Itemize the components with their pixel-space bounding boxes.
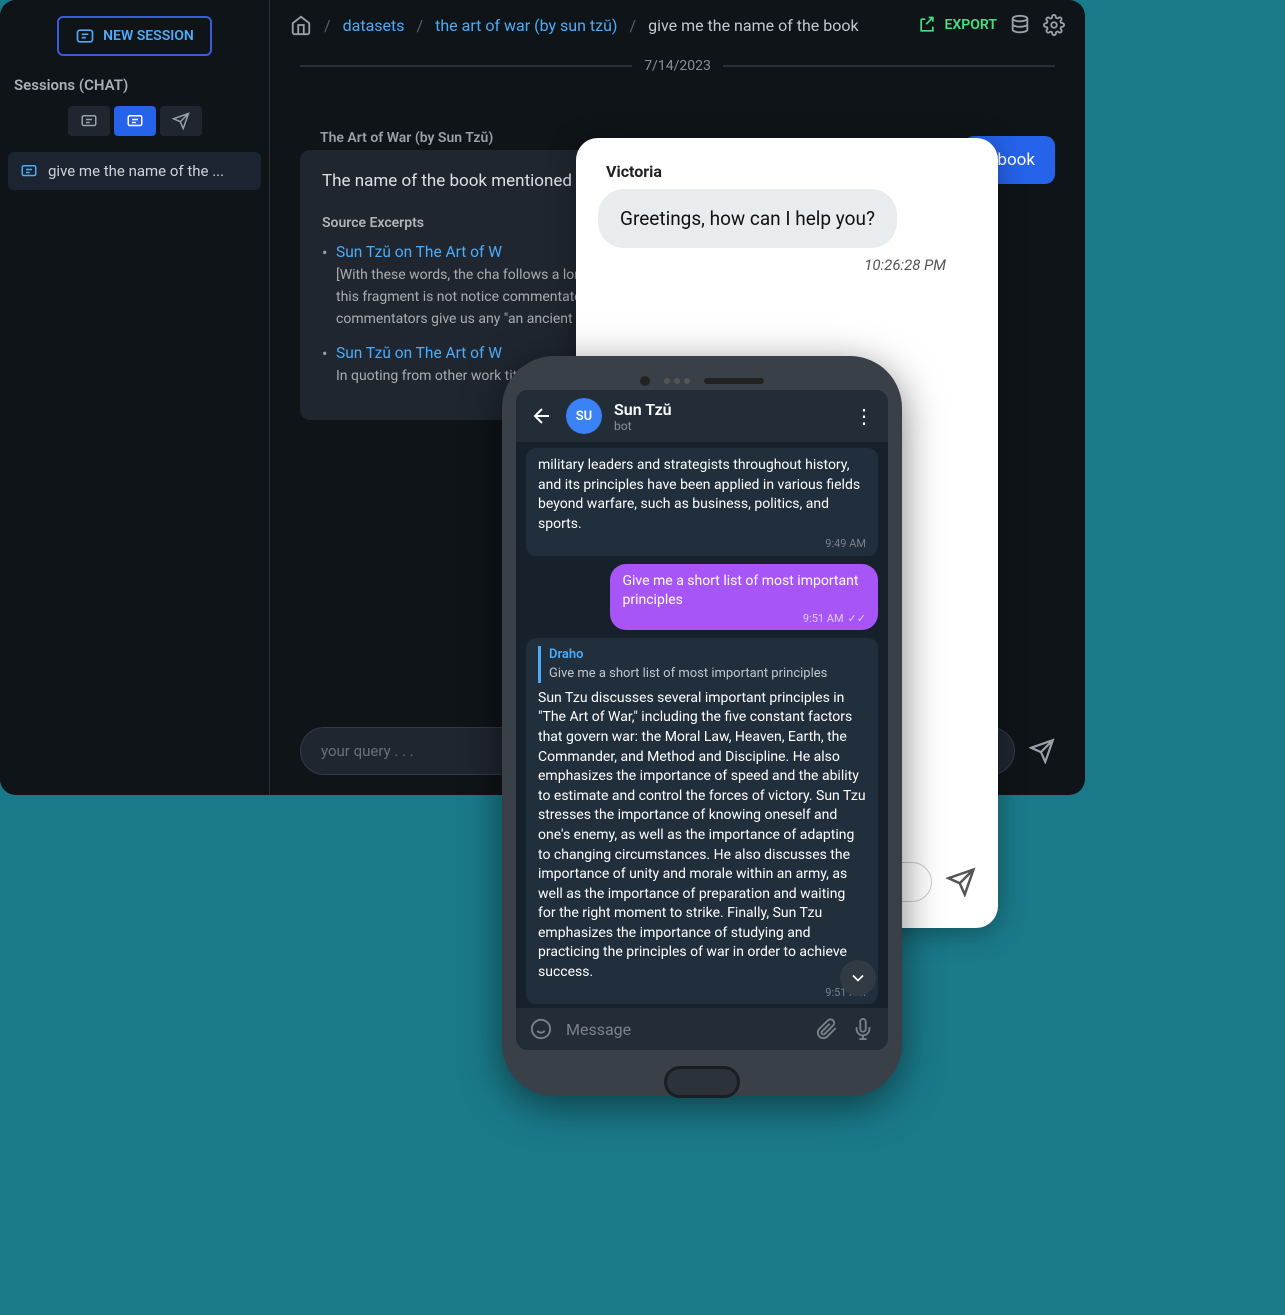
user-msg-text: Give me a short list of most important p… (622, 573, 858, 608)
msg-time: 9:49 AM (538, 536, 866, 551)
user-msg-time: 9:51 AM (803, 612, 844, 627)
scroll-down-button[interactable] (840, 960, 876, 996)
database-icon[interactable] (1009, 14, 1031, 36)
bot-reply-text: Sun Tzu discusses several important prin… (538, 690, 866, 980)
chat-filled-icon (126, 112, 144, 130)
phone-message-input[interactable]: Message (566, 1020, 802, 1039)
export-label: EXPORT (945, 17, 997, 33)
quote-text: Give me a short list of most important p… (549, 665, 866, 683)
phone-home-button[interactable] (664, 1066, 740, 1098)
filter-telegram[interactable] (160, 106, 202, 136)
new-session-label: NEW SESSION (103, 28, 194, 44)
sessions-heading: Sessions (CHAT) (14, 76, 255, 94)
filter-chat-outline[interactable] (68, 106, 110, 136)
query-placeholder: your query . . . (321, 742, 414, 760)
victoria-name: Victoria (606, 162, 976, 181)
phone-sensors (516, 370, 888, 390)
emoji-icon[interactable] (530, 1018, 552, 1040)
crumb-sep: / (324, 16, 331, 35)
filter-chat-active[interactable] (114, 106, 156, 136)
session-item[interactable]: give me the name of the ... (8, 152, 261, 190)
attachment-icon[interactable] (816, 1018, 838, 1040)
bot-message-reply: Draho Give me a short list of most impor… (526, 638, 878, 1004)
back-arrow-icon[interactable] (530, 404, 554, 428)
crumb-sep: / (417, 16, 424, 35)
session-label: give me the name of the ... (48, 162, 224, 180)
phone-mockup: SU Sun Tzŭ bot ⋮ military leaders and st… (502, 356, 902, 1096)
breadcrumb: / datasets / the art of war (by sun tzŭ)… (290, 14, 905, 36)
phone-header: SU Sun Tzŭ bot ⋮ (516, 390, 888, 442)
more-vertical-icon[interactable]: ⋮ (854, 404, 874, 428)
victoria-greeting-bubble: Greetings, how can I help you? (598, 189, 897, 248)
msg-time: 9:51 AM (538, 985, 866, 1000)
gear-icon[interactable] (1043, 14, 1065, 36)
send-icon[interactable] (1029, 738, 1055, 764)
chat-plus-icon (75, 26, 95, 46)
phone-chat-subtitle: bot (614, 419, 672, 433)
home-icon[interactable] (290, 14, 312, 36)
crumb-sep: / (629, 16, 636, 35)
microphone-icon[interactable] (852, 1018, 874, 1040)
chat-icon (20, 162, 38, 180)
victoria-send-icon[interactable] (946, 867, 976, 897)
chevron-down-icon (848, 968, 868, 988)
date-divider: 7/14/2023 (300, 58, 1055, 74)
chat-outline-icon (80, 112, 98, 130)
crumb-book[interactable]: the art of war (by sun tzŭ) (435, 16, 617, 35)
victoria-timestamp: 10:26:28 PM (598, 256, 976, 274)
paper-plane-icon (172, 112, 190, 130)
export-button[interactable]: EXPORT (917, 15, 997, 35)
crumb-current: give me the name of the book (648, 16, 858, 35)
crumb-datasets[interactable]: datasets (343, 16, 405, 35)
user-message: Give me a short list of most important p… (610, 564, 878, 631)
phone-chat-title: Sun Tzŭ (614, 400, 672, 419)
phone-input-bar: Message (516, 1008, 888, 1050)
phone-avatar[interactable]: SU (566, 398, 602, 434)
export-icon (917, 15, 937, 35)
bot-msg-text: military leaders and strategists through… (538, 457, 860, 532)
date-label: 7/14/2023 (644, 58, 711, 74)
bot-message: military leaders and strategists through… (526, 448, 878, 556)
new-session-button[interactable]: NEW SESSION (57, 16, 212, 56)
quote-author: Draho (549, 646, 866, 664)
read-checks-icon: ✓✓ (848, 612, 866, 627)
